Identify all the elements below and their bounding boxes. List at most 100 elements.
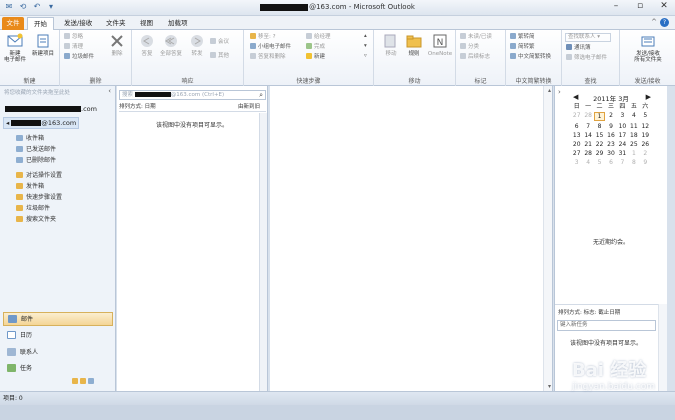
nav-mail[interactable]: 邮件 bbox=[3, 312, 113, 326]
tab-home[interactable]: 开始 bbox=[27, 17, 54, 30]
collapse-nav-button[interactable]: ‹ bbox=[108, 87, 111, 95]
calendar-day[interactable]: 6 bbox=[571, 123, 582, 130]
calendar-day[interactable]: 17 bbox=[617, 132, 628, 139]
calendar-day[interactable]: 18 bbox=[628, 132, 639, 139]
calendar-day[interactable]: 16 bbox=[605, 132, 616, 139]
more-respond-button[interactable]: 其他 bbox=[210, 52, 229, 60]
folder-inbox[interactable]: 收件箱 bbox=[16, 133, 44, 142]
calendar-day[interactable]: 21 bbox=[582, 141, 593, 148]
minimize-button[interactable]: – bbox=[609, 1, 623, 11]
close-button[interactable]: ✕ bbox=[657, 1, 671, 11]
calendar-day[interactable]: 6 bbox=[605, 159, 616, 166]
folder-deleted[interactable]: 已删除邮件 bbox=[16, 155, 56, 164]
calendar-day[interactable]: 27 bbox=[571, 112, 582, 121]
calendar-day[interactable]: 4 bbox=[628, 112, 639, 121]
calendar-day[interactable]: 11 bbox=[628, 123, 639, 130]
categorize-button[interactable]: 分类 bbox=[460, 43, 479, 51]
nav-tasks[interactable]: 任务 bbox=[3, 362, 113, 376]
quickstep-new[interactable]: 新建 bbox=[306, 53, 325, 61]
calendar-day[interactable]: 1 bbox=[593, 112, 606, 121]
quickstep-to-manager[interactable]: 给经理 bbox=[306, 33, 331, 41]
quickstep-scroll-down[interactable]: ▾ bbox=[364, 43, 367, 50]
calendar-day[interactable]: 15 bbox=[594, 132, 605, 139]
calendar-day[interactable]: 2 bbox=[640, 150, 651, 157]
quickstep-move-to[interactable]: 移至: ? bbox=[250, 33, 276, 41]
folder-junk[interactable]: 垃圾邮件 bbox=[16, 203, 50, 212]
shortcuts-icon[interactable] bbox=[88, 378, 94, 384]
calendar-day[interactable]: 9 bbox=[640, 159, 651, 166]
rules-button[interactable]: 规则 bbox=[401, 33, 427, 57]
reply-all-button[interactable]: 全部答复 bbox=[158, 33, 184, 57]
calendar-day[interactable]: 8 bbox=[628, 159, 639, 166]
onenote-button[interactable]: N OneNote bbox=[426, 33, 454, 57]
quickstep-team-email[interactable]: 小组电子邮件 bbox=[250, 43, 291, 51]
calendar-day[interactable]: 12 bbox=[640, 123, 651, 130]
cleanup-button[interactable]: 清理 bbox=[64, 43, 83, 51]
calendar-day[interactable]: 23 bbox=[605, 141, 616, 148]
account-163[interactable]: ◂ @163.com bbox=[3, 117, 80, 129]
quickstep-more[interactable]: ▿ bbox=[364, 53, 367, 60]
calendar-day[interactable]: 29 bbox=[594, 150, 605, 157]
calendar-day[interactable]: 7 bbox=[582, 123, 593, 130]
send-receive-all-button[interactable]: 发送/接收 所有文件夹 bbox=[628, 33, 668, 63]
tab-send-receive[interactable]: 发送/接收 bbox=[58, 17, 98, 30]
calendar-day[interactable]: 9 bbox=[605, 123, 616, 130]
calendar-day[interactable]: 2 bbox=[605, 112, 616, 121]
search-input[interactable]: 搜索 @163.com (Ctrl+E) ⌕ bbox=[119, 90, 266, 100]
quickstep-reply-delete[interactable]: 答复和删除 bbox=[250, 53, 286, 61]
folder-conversation-settings[interactable]: 对话操作设置 bbox=[16, 170, 62, 179]
new-email-button[interactable]: 新建 电子邮件 bbox=[2, 33, 28, 63]
reading-scrollbar[interactable]: ▴ ▾ bbox=[543, 86, 552, 391]
calendar-day[interactable]: 13 bbox=[571, 132, 582, 139]
reply-button[interactable]: 答复 bbox=[134, 33, 160, 57]
quickstep-done[interactable]: 完成 bbox=[306, 43, 325, 51]
calendar-day[interactable]: 4 bbox=[582, 159, 593, 166]
calendar-day[interactable]: 8 bbox=[594, 123, 605, 130]
filter-email-button[interactable]: 筛选电子邮件 bbox=[566, 54, 607, 62]
calendar-day[interactable]: 28 bbox=[582, 150, 593, 157]
task-sort-bar[interactable]: 排列方式: 标志: 截止日期 bbox=[558, 308, 620, 316]
new-items-button[interactable]: 新建项目 bbox=[30, 33, 56, 57]
convert-button[interactable]: 中文简繁转换 bbox=[510, 53, 551, 61]
folder-search[interactable]: 搜索文件夹 bbox=[16, 214, 56, 223]
task-scrollbar[interactable] bbox=[658, 304, 667, 391]
prev-month-icon[interactable]: ◀ bbox=[573, 93, 578, 101]
restore-button[interactable]: ▫ bbox=[633, 1, 647, 11]
forward-button[interactable]: 转发 bbox=[184, 33, 210, 57]
calendar-day[interactable]: 28 bbox=[582, 112, 593, 121]
simp-to-trad-button[interactable]: 简转繁 bbox=[510, 43, 535, 51]
address-book-button[interactable]: 通讯簿 bbox=[566, 44, 591, 52]
search-icon[interactable]: ⌕ bbox=[259, 91, 263, 99]
help-icon[interactable]: ? bbox=[660, 18, 669, 27]
scroll-up-icon[interactable]: ▴ bbox=[548, 87, 551, 94]
meeting-button[interactable]: 会议 bbox=[210, 38, 229, 46]
folder-outbox[interactable]: 发件箱 bbox=[16, 181, 44, 190]
new-task-input[interactable]: 键入新任务 bbox=[557, 320, 656, 331]
calendar-day[interactable]: 20 bbox=[571, 141, 582, 148]
calendar-day[interactable]: 5 bbox=[594, 159, 605, 166]
calendar-day[interactable]: 24 bbox=[617, 141, 628, 148]
calendar-day[interactable]: 1 bbox=[628, 150, 639, 157]
calendar-day[interactable]: 7 bbox=[617, 159, 628, 166]
ignore-button[interactable]: 忽略 bbox=[64, 33, 83, 41]
nav-contacts[interactable]: 联系人 bbox=[3, 346, 113, 360]
calendar-day[interactable]: 14 bbox=[582, 132, 593, 139]
calendar-day[interactable]: 27 bbox=[571, 150, 582, 157]
junk-button[interactable]: 垃圾邮件 bbox=[64, 53, 94, 61]
tab-addins[interactable]: 加载项 bbox=[162, 17, 194, 30]
sort-order[interactable]: 由新到旧 bbox=[238, 103, 260, 112]
next-month-icon[interactable]: ▶ bbox=[646, 93, 651, 101]
scroll-down-icon[interactable]: ▾ bbox=[548, 383, 551, 390]
unread-read-button[interactable]: 未读/已读 bbox=[460, 33, 492, 41]
notes-icon[interactable] bbox=[72, 378, 78, 384]
account-favorite[interactable]: .com bbox=[5, 105, 97, 113]
calendar-day[interactable]: 3 bbox=[617, 112, 628, 121]
folder-list-icon[interactable] bbox=[80, 378, 86, 384]
calendar-day[interactable]: 19 bbox=[640, 132, 651, 139]
calendar-day[interactable]: 30 bbox=[605, 150, 616, 157]
folder-sent[interactable]: 已发送邮件 bbox=[16, 144, 56, 153]
tab-view[interactable]: 视图 bbox=[134, 17, 159, 30]
find-contact-input[interactable]: 查找联系人 ▾ bbox=[565, 33, 611, 42]
quickstep-scroll-up[interactable]: ▴ bbox=[364, 33, 367, 40]
calendar-day[interactable]: 25 bbox=[628, 141, 639, 148]
